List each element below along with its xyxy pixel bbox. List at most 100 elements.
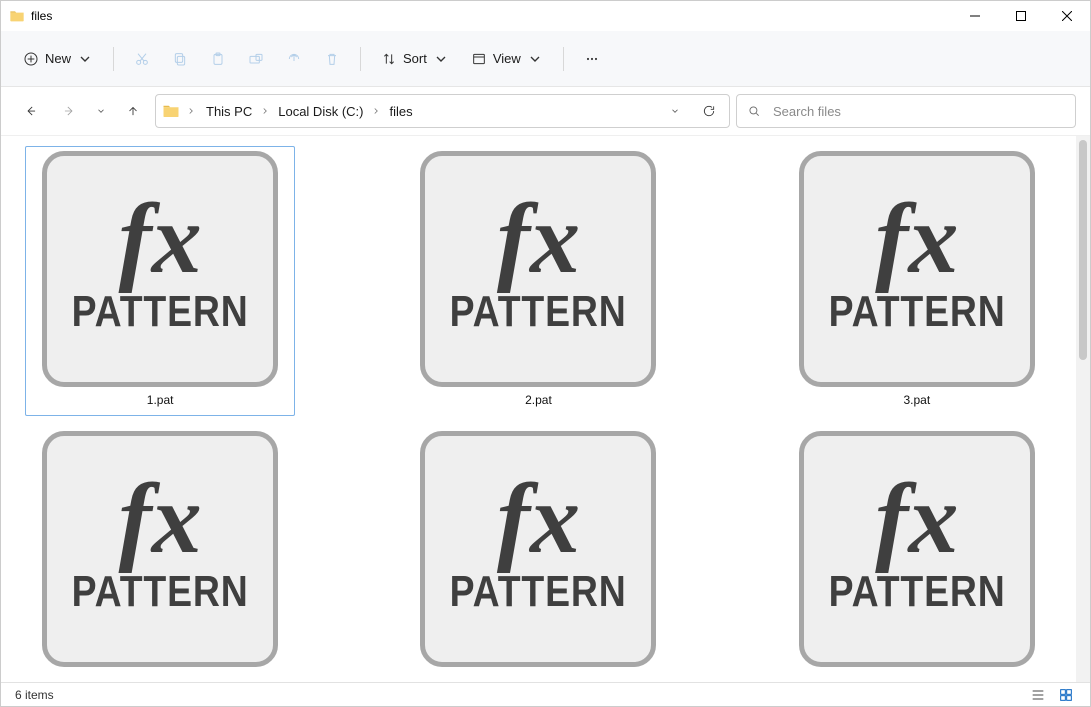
crumb-files[interactable]: files xyxy=(385,100,416,123)
chevron-down-icon xyxy=(527,51,543,67)
refresh-button[interactable] xyxy=(695,97,723,125)
rename-icon xyxy=(248,51,264,67)
separator xyxy=(113,47,114,71)
close-button[interactable] xyxy=(1044,1,1090,31)
crumb-this-pc[interactable]: This PC xyxy=(202,100,256,123)
address-bar[interactable]: This PC Local Disk (C:) files xyxy=(155,94,730,128)
view-button[interactable]: View xyxy=(463,42,551,76)
chevron-right-icon xyxy=(186,106,196,116)
toolbar: New Sort View xyxy=(1,31,1090,87)
chevron-right-icon xyxy=(260,106,270,116)
file-item[interactable]: fx PATTERN xyxy=(403,426,673,682)
sort-icon xyxy=(381,51,397,67)
fx-glyph: fx xyxy=(119,196,202,281)
view-label: View xyxy=(493,51,521,66)
file-item[interactable]: fxPATTERN xyxy=(25,426,295,682)
close-icon xyxy=(1062,11,1072,21)
address-dropdown[interactable] xyxy=(661,97,689,125)
content-area: fxPATTERN1.patfxPATTERN2.patfxPATTERN3.p… xyxy=(1,135,1090,682)
chevron-down-icon xyxy=(670,106,680,116)
file-grid: fxPATTERN1.patfxPATTERN2.patfxPATTERN3.p… xyxy=(11,146,1066,682)
window: files New xyxy=(0,0,1091,707)
file-name: 2.pat xyxy=(525,393,552,407)
maximize-button[interactable] xyxy=(998,1,1044,31)
file-item[interactable]: fx PATTERN 1.pat xyxy=(25,146,295,416)
pattern-label: PATTERN xyxy=(828,287,1005,337)
more-icon xyxy=(584,51,600,67)
back-icon xyxy=(24,104,38,118)
crumb-local-disk[interactable]: Local Disk (C:) xyxy=(274,100,367,123)
pattern-file-icon: fx PATTERN xyxy=(420,431,656,667)
share-icon xyxy=(286,51,302,67)
new-label: New xyxy=(45,51,71,66)
delete-icon xyxy=(324,51,340,67)
pattern-file-icon: fx PATTERN xyxy=(420,151,656,387)
paste-icon xyxy=(210,51,226,67)
pattern-label: PATTERN xyxy=(72,287,249,337)
forward-icon xyxy=(62,104,76,118)
file-item[interactable]: fx PATTERN xyxy=(782,426,1052,682)
details-view-icon xyxy=(1030,687,1046,703)
copy-icon xyxy=(172,51,188,67)
recent-button[interactable] xyxy=(91,95,111,127)
up-icon xyxy=(126,104,140,118)
more-button[interactable] xyxy=(576,42,608,76)
file-name: 1.pat xyxy=(147,393,174,407)
new-icon xyxy=(23,51,39,67)
sort-label: Sort xyxy=(403,51,427,66)
pattern-label: PATTERN xyxy=(450,287,627,337)
maximize-icon xyxy=(1016,11,1026,21)
delete-button[interactable] xyxy=(316,42,348,76)
item-count: 6 items xyxy=(15,688,54,702)
folder-icon xyxy=(9,8,25,24)
thumbnails-view-icon xyxy=(1058,687,1074,703)
pattern-file-icon: fxPATTERN xyxy=(42,431,278,667)
chevron-down-icon xyxy=(433,51,449,67)
share-button[interactable] xyxy=(278,42,310,76)
minimize-icon xyxy=(970,11,980,21)
up-button[interactable] xyxy=(117,95,149,127)
copy-button[interactable] xyxy=(164,42,196,76)
new-button[interactable]: New xyxy=(15,42,101,76)
search-icon xyxy=(747,104,761,118)
pattern-file-icon: fx PATTERN xyxy=(42,151,278,387)
view-icon xyxy=(471,51,487,67)
search-input[interactable] xyxy=(771,103,1065,120)
breadcrumb: This PC Local Disk (C:) files xyxy=(202,100,655,123)
rename-button[interactable] xyxy=(240,42,272,76)
folder-icon xyxy=(162,102,180,120)
thumbnails-view-button[interactable] xyxy=(1056,686,1076,704)
search-box[interactable] xyxy=(736,94,1076,128)
scrollbar[interactable] xyxy=(1076,136,1090,682)
file-item[interactable]: fx PATTERN 2.pat xyxy=(403,146,673,416)
pattern-label: PATTERN xyxy=(72,567,249,617)
cut-button[interactable] xyxy=(126,42,158,76)
pattern-label: PATTERN xyxy=(828,567,1005,617)
fx-glyph: fx xyxy=(497,196,580,281)
nav-row: This PC Local Disk (C:) files xyxy=(1,87,1090,135)
file-item[interactable]: fx PATTERN 3.pat xyxy=(782,146,1052,416)
titlebar: files xyxy=(1,1,1090,31)
separator xyxy=(360,47,361,71)
fx-glyph: fx xyxy=(875,196,958,281)
minimize-button[interactable] xyxy=(952,1,998,31)
chevron-right-icon xyxy=(371,106,381,116)
paste-button[interactable] xyxy=(202,42,234,76)
fx-glyph: fx xyxy=(875,476,958,561)
refresh-icon xyxy=(702,104,716,118)
file-name: 3.pat xyxy=(903,393,930,407)
cut-icon xyxy=(134,51,150,67)
pattern-label: PATTERN xyxy=(450,567,627,617)
fx-glyph: fx xyxy=(497,476,580,561)
file-grid-container[interactable]: fxPATTERN1.patfxPATTERN2.patfxPATTERN3.p… xyxy=(1,136,1076,682)
back-button[interactable] xyxy=(15,95,47,127)
chevron-down-icon xyxy=(96,106,106,116)
scrollbar-thumb[interactable] xyxy=(1079,140,1087,360)
pattern-file-icon: fx PATTERN xyxy=(799,151,1035,387)
details-view-button[interactable] xyxy=(1028,686,1048,704)
forward-button[interactable] xyxy=(53,95,85,127)
sort-button[interactable]: Sort xyxy=(373,42,457,76)
status-bar: 6 items xyxy=(1,682,1090,706)
window-title: files xyxy=(31,9,52,23)
pattern-file-icon: fx PATTERN xyxy=(799,431,1035,667)
